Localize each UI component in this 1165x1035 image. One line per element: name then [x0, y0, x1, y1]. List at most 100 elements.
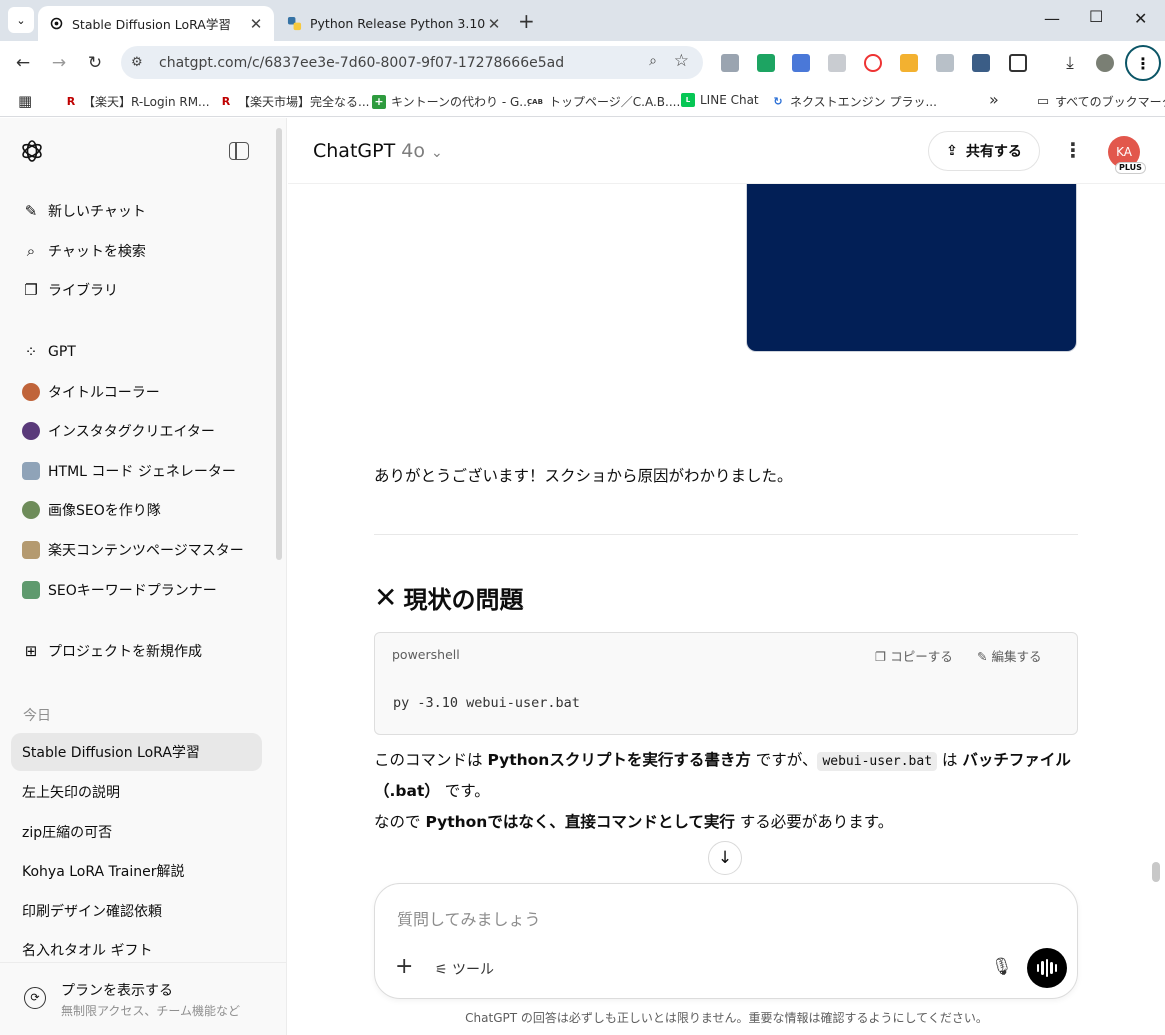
- sidebar-gpt-item[interactable]: 楽天コンテンツページマスター: [11, 531, 262, 569]
- bookmark-item[interactable]: CAB トップページ／C.A.B....: [526, 93, 680, 110]
- screenshot-image[interactable]: [746, 184, 1077, 352]
- gpt-avatar-icon: [22, 383, 40, 401]
- site-info-icon[interactable]: ⚙: [131, 55, 157, 70]
- sidebar-scrollbar[interactable]: [276, 128, 282, 560]
- search-chats-button[interactable]: ⌕ チャットを検索: [11, 232, 262, 270]
- chat-item[interactable]: 左上矢印の説明: [11, 773, 262, 811]
- gpt-avatar-icon: [22, 541, 40, 559]
- code-block: powershell ❐ コピーする ✎ 編集する py -3.10 webui…: [374, 632, 1078, 735]
- extension-search-icon[interactable]: [828, 54, 846, 72]
- upgrade-plan-button[interactable]: ⟳ プランを表示する 無制限アクセス、チーム機能など: [0, 962, 286, 1035]
- voice-mode-button[interactable]: [1027, 948, 1067, 988]
- chatgpt-favicon-icon: [48, 16, 64, 32]
- extension-window-icon[interactable]: [936, 54, 954, 72]
- edit-icon: ✎: [977, 649, 992, 664]
- nextengine-icon: ↻: [773, 94, 783, 108]
- upgrade-subtitle: 無制限アクセス、チーム機能など: [61, 1004, 241, 1018]
- back-icon[interactable]: ←: [11, 51, 35, 75]
- edit-code-button[interactable]: ✎ 編集する: [977, 646, 1041, 665]
- bookmark-item[interactable]: R 【楽天】R-Login RM...: [64, 93, 210, 110]
- tab-search-button[interactable]: ⌄: [8, 7, 34, 33]
- scroll-down-button[interactable]: ↓: [708, 841, 742, 875]
- sidebar-gpt-item[interactable]: 画像SEOを作り隊: [11, 491, 262, 529]
- main-scrollbar[interactable]: [1152, 862, 1160, 882]
- inline-code: webui-user.bat: [817, 752, 938, 771]
- minimize-icon[interactable]: —: [1044, 9, 1060, 28]
- tab-active[interactable]: Stable Diffusion LoRA学習 ✕: [38, 6, 274, 41]
- gpt-avatar-icon: [22, 462, 40, 480]
- chat-item[interactable]: Kohya LoRA Trainer解説: [11, 852, 262, 890]
- all-bookmarks[interactable]: ▭ すべてのブックマーク: [1036, 93, 1165, 110]
- message-composer[interactable]: 質問してみましょう + ⚟ ツール 🎙: [374, 883, 1078, 999]
- microphone-icon[interactable]: 🎙: [991, 957, 1013, 977]
- model-selector[interactable]: ChatGPT 4o ⌄: [313, 140, 443, 162]
- new-chat-icon: ✎: [24, 202, 38, 220]
- extension-code-icon[interactable]: [721, 54, 739, 72]
- chatgpt-logo-icon[interactable]: [20, 139, 44, 163]
- cross-mark-icon: ✕: [374, 581, 398, 614]
- prompt-input[interactable]: 質問してみましょう: [397, 906, 541, 930]
- sidebar-gpt-item[interactable]: インスタタグクリエイター: [11, 412, 262, 450]
- sidebar-toggle-icon[interactable]: [229, 142, 249, 160]
- bookmark-item[interactable]: R 【楽天市場】完全なる...: [219, 93, 370, 110]
- tools-button[interactable]: ⚟ ツール: [435, 959, 494, 979]
- sidebar-gpt-item[interactable]: タイトルコーラー: [11, 373, 262, 411]
- browser-toolbar: ← → ↻ ⚙ chatgpt.com/c/6837ee3e-7d60-8007…: [0, 41, 1165, 85]
- new-project-button[interactable]: ⊞ プロジェクトを新規作成: [11, 632, 262, 670]
- bookmarks-overflow-icon[interactable]: »: [989, 90, 999, 109]
- tab-inactive[interactable]: Python Release Python 3.10.6 | ✕: [276, 6, 512, 41]
- tab-close-icon[interactable]: ✕: [486, 15, 502, 33]
- reload-icon[interactable]: ↻: [83, 51, 107, 75]
- sidebar-gpt-item[interactable]: HTML コード ジェネレーター: [11, 452, 262, 490]
- chat-item[interactable]: Stable Diffusion LoRA学習: [11, 733, 262, 771]
- disclaimer: ChatGPT の回答は必ずしも正しいとは限りません。重要な情報は確認するように…: [465, 1011, 988, 1025]
- bookmark-star-icon[interactable]: ☆: [674, 51, 689, 71]
- folder-plus-icon: ⊞: [24, 642, 38, 660]
- copy-code-button[interactable]: ❐ コピーする: [875, 646, 953, 665]
- chat-item[interactable]: 印刷デザイン確認依頼: [11, 892, 262, 930]
- rakuten-icon: R: [221, 94, 231, 108]
- bookmark-item[interactable]: + キントーンの代わり - G...: [372, 93, 531, 110]
- gpt-grid-icon: ⁘: [24, 343, 38, 361]
- download-icon[interactable]: ⤓: [1058, 51, 1082, 75]
- library-icon: ❐: [24, 281, 38, 299]
- new-tab-button[interactable]: +: [518, 9, 535, 33]
- more-options-icon[interactable]: ⋮: [1063, 138, 1083, 162]
- gpt-avatar-icon: [22, 422, 40, 440]
- browser-menu-icon[interactable]: ⋮: [1125, 45, 1161, 81]
- close-window-icon[interactable]: ✕: [1134, 9, 1147, 28]
- sidebar: ✎ 新しいチャット ⌕ チャットを検索 ❐ ライブラリ ⁘ GPT タイトルコーラー イ…: [0, 118, 287, 1035]
- paragraph: このコマンドは Pythonスクリプトを実行する書き方 ですが、 webui-us…: [374, 751, 1071, 771]
- extension-translate-icon[interactable]: [792, 54, 810, 72]
- bookmark-item[interactable]: L LINE Chat: [681, 93, 759, 107]
- arrow-down-icon: ↓: [717, 848, 733, 868]
- extension-record-icon[interactable]: [864, 54, 882, 72]
- upgrade-title: プランを表示する: [61, 983, 173, 999]
- share-button[interactable]: ⇪ 共有する: [928, 131, 1040, 171]
- tab-close-icon[interactable]: ✕: [248, 15, 264, 33]
- browser-tabbar: ⌄ Stable Diffusion LoRA学習 ✕ Python Relea…: [0, 0, 1165, 41]
- maximize-icon[interactable]: ☐: [1089, 7, 1103, 26]
- python-favicon-icon: [286, 16, 302, 32]
- forward-icon[interactable]: →: [47, 51, 71, 75]
- sidebar-gpt-item[interactable]: SEOキーワードプランナー: [11, 571, 262, 609]
- new-chat-button[interactable]: ✎ 新しいチャット: [11, 192, 262, 230]
- profile-icon[interactable]: [1096, 54, 1114, 72]
- sidebar-item-gpt[interactable]: ⁘ GPT: [11, 333, 262, 371]
- waveform-icon: [1036, 964, 1040, 972]
- search-icon: ⌕: [26, 242, 36, 260]
- bookmarks-bar: ▦ R 【楽天】R-Login RM... R 【楽天市場】完全なる... + キント…: [0, 85, 1165, 117]
- zoom-icon[interactable]: ⌕: [649, 53, 657, 69]
- add-attachment-icon[interactable]: +: [395, 954, 413, 979]
- line-icon: L: [681, 93, 695, 107]
- extension-video-icon[interactable]: [757, 54, 775, 72]
- apps-grid-icon[interactable]: ▦: [18, 92, 32, 110]
- address-bar[interactable]: ⚙ chatgpt.com/c/6837ee3e-7d60-8007-9f07-…: [121, 46, 703, 79]
- extensions-puzzle-icon[interactable]: [1009, 54, 1027, 72]
- extension-layout-icon[interactable]: [972, 54, 990, 72]
- library-button[interactable]: ❐ ライブラリ: [11, 271, 262, 309]
- extension-color-icon[interactable]: [900, 54, 918, 72]
- chat-item[interactable]: zip圧縮の可否: [11, 813, 262, 851]
- upgrade-icon: ⟳: [24, 987, 46, 1009]
- bookmark-item[interactable]: ↻ ネクストエンジン プラッ...: [771, 93, 937, 110]
